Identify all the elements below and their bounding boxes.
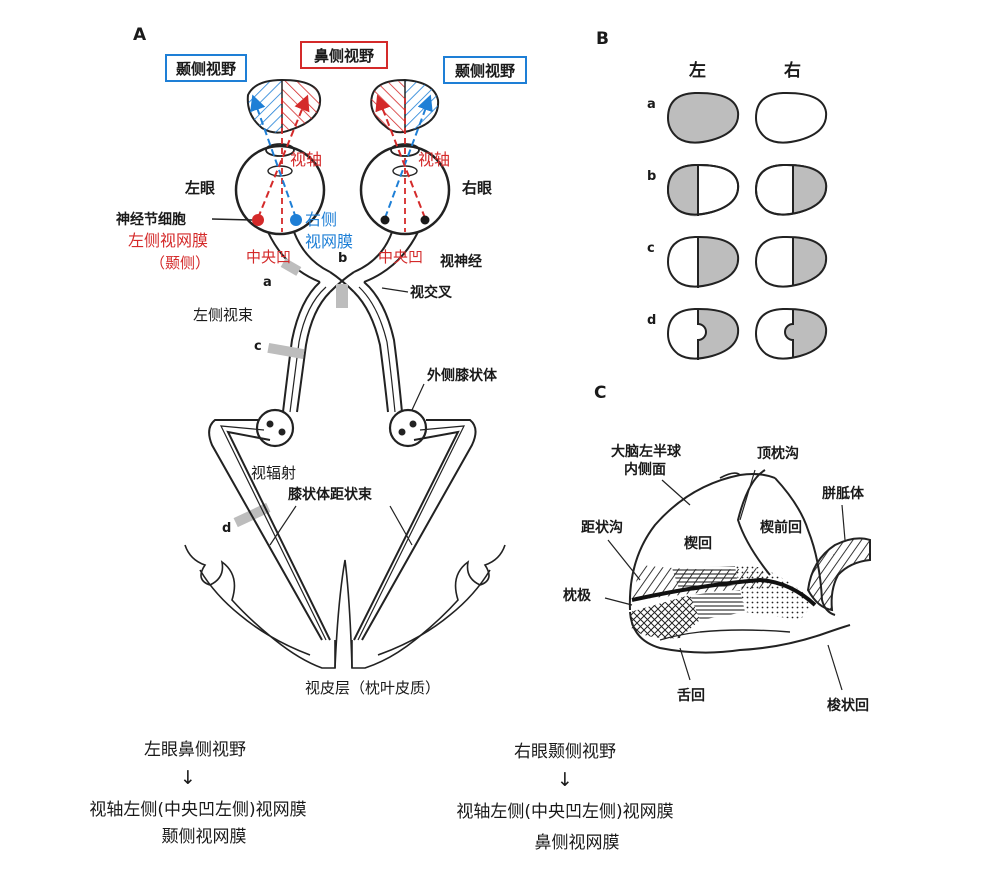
note-left-line2: 颞侧视网膜 [162, 827, 247, 847]
precuneus-label: 楔前回 [760, 519, 802, 536]
left-retina-label-1: 左侧视网膜 [128, 231, 208, 250]
lgn-label: 外侧膝状体 [427, 367, 498, 384]
figure-canvas: A 颞侧视野 鼻侧视野 颞侧视野 视轴 视轴 左眼 右眼 神经节细胞 右侧 视网… [89, 25, 871, 853]
chiasm-label: 视交叉 [410, 284, 453, 301]
radiation-label: 视辐射 [251, 464, 296, 482]
field-row-a: a [647, 91, 828, 144]
lesion-label-b: b [338, 251, 347, 266]
panel-b-letter: B [596, 29, 609, 49]
occipital-cortex-outline [184, 544, 506, 669]
note-right-line2: 鼻侧视网膜 [535, 833, 620, 853]
lesion-mark-b [336, 284, 348, 308]
right-lgn-body [388, 408, 428, 448]
note-left-arrow: ↓ [180, 767, 196, 789]
fovea-right-label: 中央凹 [378, 248, 423, 266]
calcarine-label: 距状沟 [581, 519, 623, 536]
parieto-occipital-label: 顶枕沟 [757, 445, 799, 462]
note-right-arrow: ↓ [557, 769, 573, 791]
fovea-left-label: 中央凹 [246, 248, 291, 266]
row-label-a: a [647, 97, 656, 112]
left-lgn-body [255, 408, 295, 448]
optic-tract-label: 左侧视束 [193, 306, 253, 324]
right-visual-field [370, 78, 440, 134]
right-retina-label-2: 视网膜 [305, 232, 353, 251]
geniculocalcarine-label: 膝状体距状束 [288, 486, 373, 503]
visual-pathway-figure: A 颞侧视野 鼻侧视野 颞侧视野 视轴 视轴 左眼 右眼 神经节细胞 右侧 视网… [0, 0, 984, 879]
field-row-d: d [647, 307, 828, 360]
cortex-label: 视皮层（枕叶皮质） [305, 679, 440, 697]
occipital-pole-label: 枕极 [563, 587, 592, 604]
row-label-c: c [647, 241, 655, 256]
left-nasal-ganglion-dot [290, 214, 302, 226]
hemisphere-label-1: 大脑左半球 [611, 443, 682, 460]
lingual-label: 舌回 [677, 687, 705, 704]
hemisphere-label-2: 内侧面 [624, 461, 666, 478]
row-label-d: d [647, 313, 656, 328]
ganglion-cell-label: 神经节细胞 [116, 211, 186, 228]
panel-a-letter: A [133, 25, 147, 45]
panel-b-left-header: 左 [689, 60, 706, 81]
left-retina-label-2: （颞侧） [150, 254, 210, 272]
field-row-c: c [647, 235, 828, 288]
lesion-label-a: a [263, 275, 272, 290]
left-visual-field [246, 78, 322, 134]
right-nasal-ganglion-dot [380, 215, 390, 225]
temporal-field-right-label: 颞侧视野 [454, 62, 515, 80]
lesion-label-d: d [222, 521, 231, 536]
right-eye-label: 右眼 [462, 179, 492, 197]
ganglion-leader-line [211, 218, 253, 221]
temporal-field-left-label: 颞侧视野 [175, 60, 236, 78]
corpus-callosum-label: 胼胝体 [822, 485, 865, 502]
right-temporal-ganglion-dot [420, 215, 430, 225]
left-temporal-ganglion-dot [252, 214, 264, 226]
lesion-label-c: c [254, 339, 262, 354]
note-right-line1: 视轴左侧(中央凹左侧)视网膜 [456, 802, 673, 822]
note-left-line1: 视轴左侧(中央凹左侧)视网膜 [89, 800, 306, 820]
panel-c-letter: C [594, 383, 606, 403]
field-row-b: b [647, 163, 828, 217]
optic-radiation [208, 419, 477, 641]
panel-b-right-header: 右 [784, 60, 801, 81]
fusiform-label: 梭状回 [827, 697, 869, 714]
row-label-b: b [647, 169, 656, 184]
nasal-field-label: 鼻侧视野 [314, 47, 374, 65]
visual-axis-left-label: 视轴 [290, 150, 322, 169]
optic-nerve-label: 视神经 [440, 253, 482, 270]
cuneus-label: 楔回 [684, 535, 712, 552]
visual-axis-right-label: 视轴 [418, 150, 450, 169]
left-eye-label: 左眼 [184, 179, 215, 197]
note-left-title: 左眼鼻侧视野 [144, 740, 246, 760]
note-right-title: 右眼颞侧视野 [514, 742, 616, 762]
right-retina-label-1: 右侧 [305, 210, 337, 229]
